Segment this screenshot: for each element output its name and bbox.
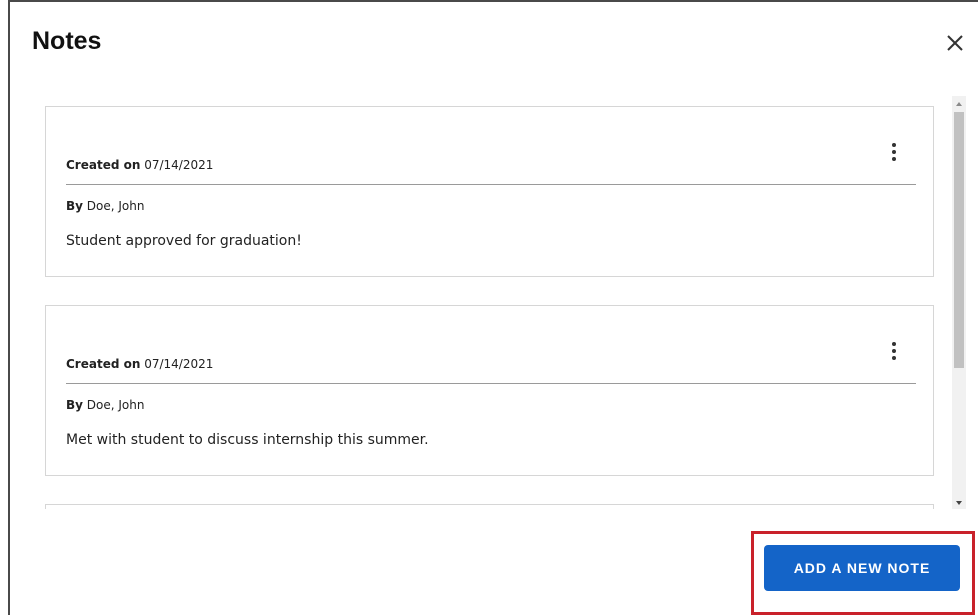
created-label: Created on (66, 357, 141, 371)
author-name: Doe, John (86, 398, 145, 412)
note-text: Met with student to discuss internship t… (66, 432, 429, 448)
note-card-partial (45, 504, 934, 509)
arrow-up-icon (956, 102, 962, 106)
notes-dialog: Notes Created on 07/14/2021 By Doe, John… (0, 0, 978, 615)
dialog-top-edge (8, 0, 978, 2)
note-card: Created on 07/14/2021 By Doe, John Stude… (45, 106, 934, 277)
notes-scrollbar[interactable] (952, 96, 966, 509)
more-vertical-icon (892, 342, 896, 360)
by-label: By (66, 199, 83, 213)
scroll-down-button[interactable] (952, 495, 966, 509)
arrow-down-icon (956, 501, 962, 505)
by-label: By (66, 398, 83, 412)
created-meta: Created on 07/14/2021 (66, 357, 213, 371)
created-date: 07/14/2021 (144, 158, 214, 172)
dialog-left-edge (8, 0, 10, 615)
scroll-thumb[interactable] (954, 112, 964, 368)
scroll-up-button[interactable] (952, 96, 966, 110)
note-menu-button[interactable] (882, 339, 906, 365)
note-menu-button[interactable] (882, 140, 906, 166)
note-card: Created on 07/14/2021 By Doe, John Met w… (45, 305, 934, 476)
author-meta: By Doe, John (66, 199, 144, 213)
author-name: Doe, John (86, 199, 145, 213)
close-button[interactable] (940, 28, 970, 58)
note-divider (66, 184, 916, 185)
close-icon (947, 35, 963, 51)
add-new-note-button[interactable]: ADD A NEW NOTE (764, 545, 960, 591)
note-text: Student approved for graduation! (66, 233, 302, 249)
author-meta: By Doe, John (66, 398, 144, 412)
created-date: 07/14/2021 (144, 357, 214, 371)
created-meta: Created on 07/14/2021 (66, 158, 213, 172)
notes-list: Created on 07/14/2021 By Doe, John Stude… (44, 96, 940, 509)
dialog-title: Notes (32, 27, 102, 55)
note-divider (66, 383, 916, 384)
more-vertical-icon (892, 143, 896, 161)
created-label: Created on (66, 158, 141, 172)
